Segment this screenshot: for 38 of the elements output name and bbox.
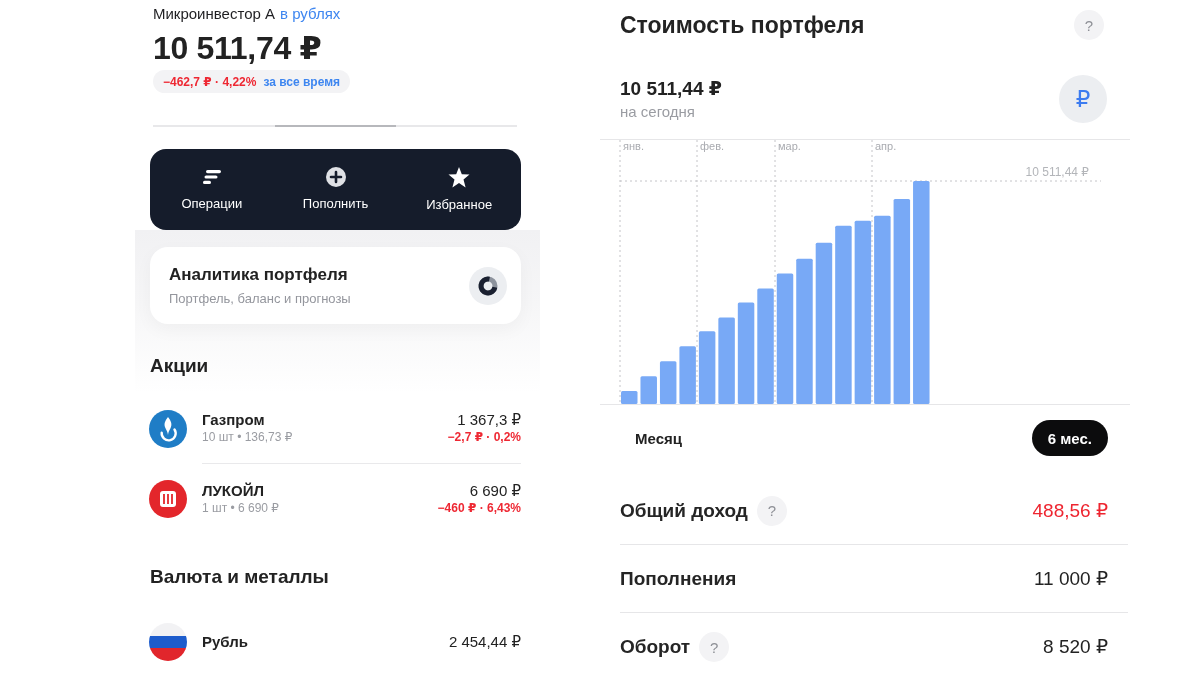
star-icon xyxy=(448,166,471,188)
stat-value: 11 000 ₽ xyxy=(1033,566,1108,591)
stock-details: 10 шт • 136,73 ₽ xyxy=(202,429,293,445)
value-caption: на сегодня xyxy=(620,103,695,121)
portfolio-value: 10 511,44 ₽ xyxy=(620,77,722,101)
section-title: Акции xyxy=(150,354,209,378)
flag-icon xyxy=(149,623,187,661)
balance-amount: 10 511,74 ₽ xyxy=(153,30,322,66)
account-name: Микроинвестор А xyxy=(153,4,275,24)
analytics-card[interactable]: Аналитика портфеля Портфель, баланс и прогнозы xyxy=(150,247,521,324)
currency-value: 2 454,44 ₽ xyxy=(448,633,521,651)
stock-change: −2,7 ₽ · 0,2% xyxy=(447,429,521,445)
stat-value: 8 520 ₽ xyxy=(1043,635,1108,659)
currency-link[interactable]: в рублях xyxy=(280,4,341,24)
currency-name: Рубль xyxy=(202,633,248,651)
stock-value: 1 367,3 ₽ xyxy=(457,411,521,429)
action-button[interactable]: Пополнить xyxy=(273,149,398,230)
stat-value: 488,56 ₽ xyxy=(1032,498,1108,523)
stock-value: 6 690 ₽ xyxy=(469,482,521,500)
donut-chart-icon xyxy=(469,266,507,305)
stat-label: Общий доход xyxy=(620,498,748,523)
card-title: Аналитика портфеля xyxy=(169,264,348,285)
section-title: Валюта и металлы xyxy=(150,565,329,589)
card-subtitle: Портфель, баланс и прогнозы xyxy=(169,290,351,307)
stock-name: ЛУКОЙЛ xyxy=(202,482,264,500)
period-tab[interactable]: 6 мес. xyxy=(1031,420,1108,456)
action-button[interactable]: Операции xyxy=(150,149,274,230)
change-amount: −462,7 ₽ · 4,22% xyxy=(163,74,257,89)
plus-icon xyxy=(325,167,346,187)
panel-title: Стоимость портфеля xyxy=(620,11,865,40)
stat-label: Пополнения xyxy=(620,566,737,591)
stock-change: −460 ₽ · 6,43% xyxy=(437,500,521,516)
stock-name: Газпром xyxy=(202,411,265,429)
period-tab[interactable]: Месяц xyxy=(620,420,697,456)
lines-icon xyxy=(202,170,221,184)
stat-label: Оборот xyxy=(620,635,691,659)
action-button[interactable]: Избранное xyxy=(397,149,521,230)
stock-details: 1 шт • 6 690 ₽ xyxy=(202,500,279,516)
